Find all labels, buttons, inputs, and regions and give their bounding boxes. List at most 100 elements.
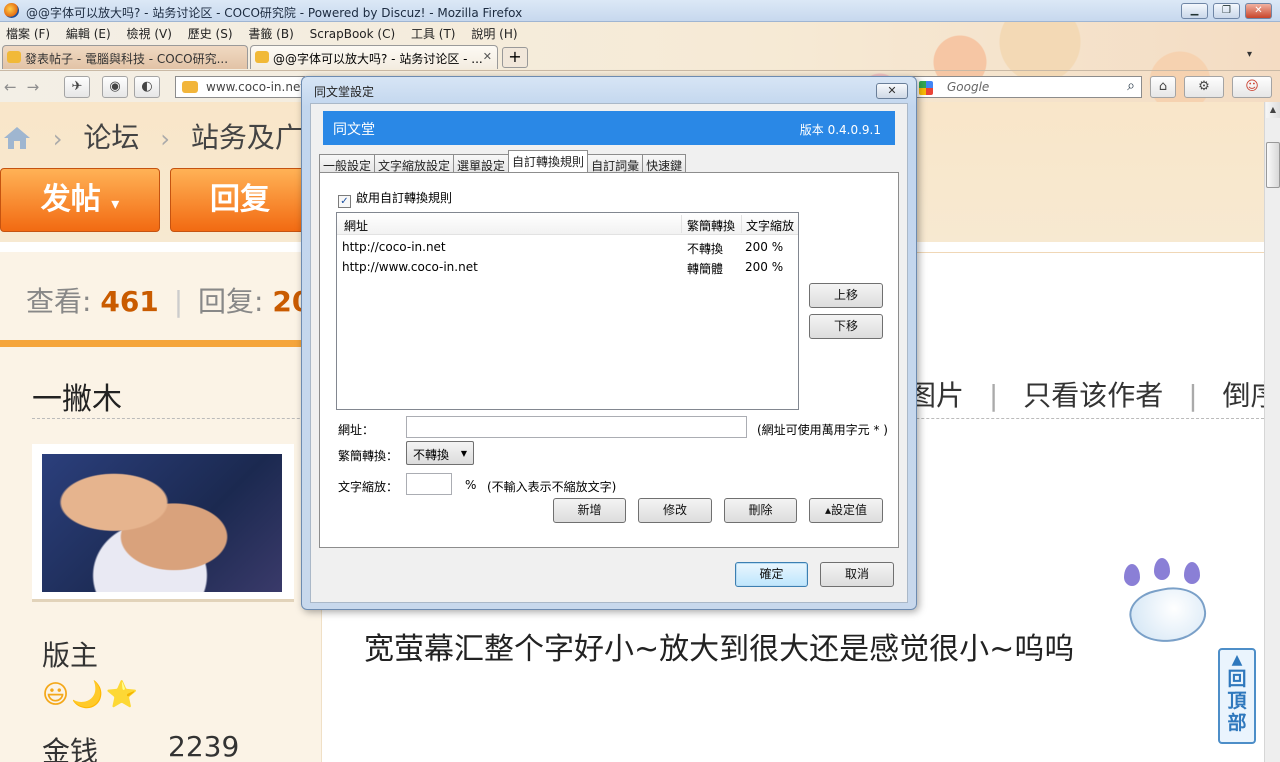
breadcrumb-separator: › bbox=[160, 125, 170, 153]
minimize-button[interactable]: ▁ bbox=[1181, 3, 1208, 19]
menu-help[interactable]: 說明 (H) bbox=[465, 22, 523, 42]
post-content: 宽萤幕汇整个字好小~放大到很大还是感觉很小~呜呜 bbox=[364, 632, 1075, 667]
tab-shortcuts[interactable]: 快速鍵 bbox=[642, 154, 687, 174]
tab-current-thread[interactable]: @@字体可以放大吗? - 站务讨论区 - ... ✕ bbox=[250, 45, 498, 69]
back-forward-icon[interactable]: ←→ bbox=[4, 78, 49, 96]
menu-bar: 檔案 (F) 編輯 (E) 檢視 (V) 歷史 (S) 書籤 (B) Scrap… bbox=[0, 22, 900, 42]
avatar-frame bbox=[32, 444, 294, 602]
conversion-label: 繁簡轉換： bbox=[338, 449, 399, 463]
ok-button[interactable]: 確定 bbox=[735, 562, 808, 587]
enable-rules-checkbox[interactable]: ✓ bbox=[338, 195, 351, 208]
tab-general[interactable]: 一般設定 bbox=[319, 154, 376, 174]
window-title: @@字体可以放大吗? - 站务讨论区 - COCO研究院 - Powered b… bbox=[26, 6, 523, 20]
google-engine-icon[interactable] bbox=[919, 81, 933, 95]
chevron-down-icon: ▼ bbox=[460, 449, 467, 458]
zoom-input[interactable] bbox=[406, 473, 452, 495]
column-conversion[interactable]: 繁簡轉換 bbox=[687, 217, 735, 234]
search-bar[interactable]: Google ⌕ bbox=[912, 76, 1142, 98]
reply-button[interactable]: 回复 bbox=[170, 168, 310, 232]
close-tab-icon[interactable]: ✕ bbox=[483, 50, 492, 63]
tab-label: @@字体可以放大吗? - 站务讨论区 - ... bbox=[273, 52, 483, 66]
maximize-button[interactable]: ❐ bbox=[1213, 3, 1240, 19]
tab-custom-rules[interactable]: 自訂轉換規則 bbox=[508, 150, 589, 172]
move-down-button[interactable]: 下移 bbox=[809, 314, 883, 339]
user-rank: 版主 bbox=[42, 639, 99, 672]
menu-tools[interactable]: 工具 (T) bbox=[405, 22, 462, 42]
column-zoom[interactable]: 文字縮放 bbox=[746, 217, 794, 234]
column-url[interactable]: 網址 bbox=[344, 217, 368, 234]
tab-zoom[interactable]: 文字縮放設定 bbox=[374, 154, 455, 174]
zoom-unit: % bbox=[465, 478, 477, 492]
menu-scrapbook[interactable]: ScrapBook (C) bbox=[304, 24, 402, 41]
conversion-select[interactable]: 不轉換 ▼ bbox=[406, 441, 474, 465]
back-to-top-char: 部 bbox=[1227, 712, 1247, 734]
new-post-button[interactable]: 发帖 ▾ bbox=[0, 168, 160, 232]
post-tools: 图片 | 只看该作者 | 倒序浏 bbox=[908, 374, 1264, 414]
tab-menu[interactable]: 選單設定 bbox=[453, 154, 510, 174]
cancel-button[interactable]: 取消 bbox=[820, 562, 894, 587]
rank-icons: 😃🌙⭐ bbox=[42, 680, 140, 710]
close-window-button[interactable]: ✕ bbox=[1245, 3, 1272, 19]
tools-separator: | bbox=[988, 379, 999, 412]
avatar[interactable] bbox=[42, 454, 282, 592]
tab-label: 發表帖子 - 電腦與科技 - COCO研究... bbox=[25, 52, 229, 66]
addon-tongwen-icon[interactable]: ◉ bbox=[102, 76, 128, 98]
reverse-order-link[interactable]: 倒序浏 bbox=[1223, 379, 1264, 412]
url-hint: (網址可使用萬用字元 * ) bbox=[757, 423, 888, 437]
page-scrollbar[interactable]: ▲ bbox=[1264, 102, 1280, 762]
table-row[interactable]: http://www.coco-in.net 轉簡體 200 % bbox=[337, 257, 798, 277]
enable-rules-row[interactable]: ✓ 啟用自訂轉換規則 bbox=[338, 189, 452, 208]
author-name[interactable]: 一撇木 bbox=[32, 374, 122, 418]
url-text: www.coco-in.net bbox=[206, 80, 305, 94]
site-favicon-icon bbox=[255, 51, 269, 63]
move-up-button[interactable]: 上移 bbox=[809, 283, 883, 308]
new-tab-button[interactable]: + bbox=[502, 47, 528, 68]
menu-view[interactable]: 檢視 (V) bbox=[121, 22, 178, 42]
set-value-button[interactable]: ▴設定值 bbox=[809, 498, 883, 523]
menu-file[interactable]: 檔案 (F) bbox=[0, 22, 56, 42]
enable-rules-label: 啟用自訂轉換規則 bbox=[356, 191, 453, 205]
url-bar[interactable]: www.coco-in.net bbox=[175, 76, 305, 98]
new-post-label: 发帖 bbox=[40, 182, 101, 217]
addon-globe-icon[interactable]: ◐ bbox=[134, 76, 160, 98]
scrollbar-thumb[interactable] bbox=[1266, 142, 1280, 188]
search-input[interactable]: Google bbox=[947, 80, 989, 94]
dialog-tabs: 一般設定 文字縮放設定 選單設定 自訂轉換規則 自訂詞彙 快速鍵 bbox=[319, 150, 687, 174]
zoom-hint: (不輸入表示不縮放文字) bbox=[487, 480, 617, 494]
only-author-link[interactable]: 只看该作者 bbox=[1023, 379, 1163, 412]
delete-button[interactable]: 刪除 bbox=[724, 498, 797, 523]
url-input[interactable] bbox=[406, 416, 747, 438]
dialog-title: 同文堂設定 bbox=[314, 85, 375, 99]
money-value: 2239 bbox=[168, 730, 240, 762]
site-favicon-icon bbox=[7, 51, 21, 63]
rule-zoom: 200 % bbox=[745, 240, 784, 254]
scroll-up-icon[interactable]: ▲ bbox=[1266, 102, 1280, 118]
menu-history[interactable]: 歷史 (S) bbox=[182, 22, 239, 42]
addon-smiley-icon[interactable]: ☺ bbox=[1232, 76, 1272, 98]
menu-bookmarks[interactable]: 書籤 (B) bbox=[242, 22, 299, 42]
back-to-top-button[interactable]: ▲ 回 頂 部 bbox=[1218, 648, 1256, 744]
zoom-label: 文字縮放： bbox=[338, 480, 399, 494]
breadcrumb-forum-link[interactable]: 论坛 bbox=[83, 121, 139, 154]
rules-list[interactable]: 網址 繁簡轉換 文字縮放 http://coco-in.net 不轉換 200 … bbox=[336, 212, 799, 410]
addon-rocket-icon[interactable]: ✈ bbox=[64, 76, 90, 98]
rules-list-header: 網址 繁簡轉換 文字縮放 bbox=[337, 213, 798, 235]
back-to-top-char: 回 bbox=[1227, 668, 1247, 690]
thread-stats: 查看: 461 | 回复: 20 bbox=[26, 280, 311, 320]
dialog-close-button[interactable]: ✕ bbox=[876, 83, 908, 99]
tools-separator: | bbox=[1188, 379, 1198, 412]
menu-edit[interactable]: 編輯 (E) bbox=[60, 22, 117, 42]
addon-tools-icon[interactable]: ⚙ bbox=[1184, 76, 1224, 98]
search-icon[interactable]: ⌕ bbox=[1127, 78, 1135, 94]
tab-post-thread[interactable]: 發表帖子 - 電腦與科技 - COCO研究... bbox=[2, 45, 248, 69]
edit-button[interactable]: 修改 bbox=[638, 498, 712, 523]
replies-label: 回复: bbox=[198, 285, 264, 318]
home-button-icon[interactable]: ⌂ bbox=[1150, 76, 1176, 98]
tab-custom-words[interactable]: 自訂詞彙 bbox=[587, 154, 644, 174]
rule-zoom: 200 % bbox=[745, 260, 784, 274]
tab-list-chevron-icon[interactable]: ▾ bbox=[1247, 49, 1252, 60]
table-row[interactable]: http://coco-in.net 不轉換 200 % bbox=[337, 237, 798, 257]
home-icon[interactable] bbox=[2, 125, 32, 151]
add-button[interactable]: 新增 bbox=[553, 498, 626, 523]
chevron-down-icon: ▾ bbox=[111, 194, 120, 213]
